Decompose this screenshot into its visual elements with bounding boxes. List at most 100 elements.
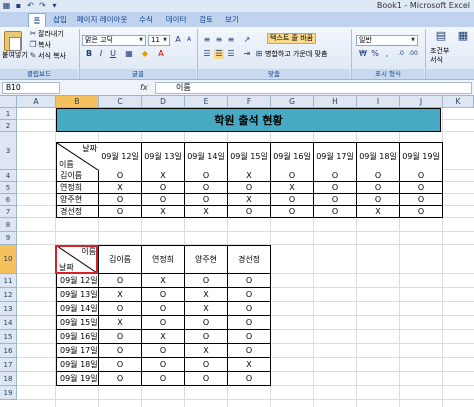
wrap-text-button[interactable]: 텍스트 줄 바꿈: [267, 33, 317, 44]
borders-icon[interactable]: ▦: [124, 49, 134, 59]
grow-font-icon[interactable]: A: [173, 35, 183, 45]
table2-attendance-cell[interactable]: X: [185, 344, 228, 358]
row-header-10[interactable]: 10: [0, 245, 17, 274]
table1-attendance-cell[interactable]: X: [142, 206, 185, 218]
italic-icon[interactable]: I: [96, 49, 106, 59]
align-bottom-icon[interactable]: ≡: [226, 35, 236, 45]
table1-attendance-cell[interactable]: X: [99, 182, 142, 194]
save-icon[interactable]: ▪: [14, 1, 23, 10]
table2-attendance-cell[interactable]: O: [142, 288, 185, 302]
currency-icon[interactable]: ₩: [358, 49, 368, 59]
percent-icon[interactable]: %: [370, 49, 380, 59]
tab-page-layout[interactable]: 페이지 레이아웃: [74, 13, 130, 27]
table2-attendance-cell[interactable]: O: [99, 358, 142, 372]
row-header-5[interactable]: 5: [0, 182, 17, 194]
align-center-icon[interactable]: ☰: [214, 49, 224, 59]
table2-attendance-cell[interactable]: O: [99, 302, 142, 316]
increase-decimal-icon[interactable]: .0: [396, 49, 406, 59]
table1-attendance-cell[interactable]: O: [357, 170, 400, 182]
indent-icon[interactable]: ⇥: [242, 49, 252, 59]
table2-attendance-cell[interactable]: O: [185, 274, 228, 288]
table2-attendance-cell[interactable]: O: [228, 274, 271, 288]
table2-attendance-cell[interactable]: O: [142, 372, 185, 386]
table2-attendance-cell[interactable]: O: [185, 316, 228, 330]
column-header-f[interactable]: F: [228, 96, 271, 108]
row-header-8[interactable]: 8: [0, 218, 17, 232]
font-name-combo[interactable]: 맑은 고딕 ▼: [82, 35, 146, 46]
table2-attendance-cell[interactable]: O: [185, 330, 228, 344]
chevron-down-icon[interactable]: ▼: [137, 36, 145, 45]
table1-attendance-cell[interactable]: O: [357, 182, 400, 194]
table1-attendance-cell[interactable]: O: [400, 194, 443, 206]
table1-attendance-cell[interactable]: O: [314, 194, 357, 206]
copy-button[interactable]: 복사: [38, 41, 51, 50]
align-middle-icon[interactable]: ≡: [214, 35, 224, 45]
table1-attendance-cell[interactable]: O: [99, 206, 142, 218]
table2-attendance-cell[interactable]: X: [142, 274, 185, 288]
table1-attendance-cell[interactable]: X: [357, 206, 400, 218]
table2-attendance-cell[interactable]: X: [142, 330, 185, 344]
select-all-corner[interactable]: [0, 96, 17, 108]
conditional-formatting-button[interactable]: 조건부: [430, 47, 449, 56]
row-header-16[interactable]: 16: [0, 344, 17, 358]
table2-attendance-cell[interactable]: O: [142, 358, 185, 372]
orientation-icon[interactable]: ↗: [242, 35, 252, 45]
row-header-12[interactable]: 12: [0, 288, 17, 302]
table1-attendance-cell[interactable]: O: [357, 194, 400, 206]
table2-attendance-cell[interactable]: O: [142, 316, 185, 330]
table1-attendance-cell[interactable]: O: [400, 182, 443, 194]
font-size-combo[interactable]: 11 ▼: [148, 35, 170, 46]
column-header-g[interactable]: G: [271, 96, 314, 108]
tab-insert[interactable]: 삽입: [50, 13, 70, 27]
comma-icon[interactable]: ,: [382, 49, 392, 59]
row-header-3[interactable]: 3: [0, 132, 17, 170]
column-header-d[interactable]: D: [142, 96, 185, 108]
row-header-9[interactable]: 9: [0, 232, 17, 245]
table1-attendance-cell[interactable]: O: [314, 170, 357, 182]
table2-attendance-cell[interactable]: O: [228, 302, 271, 316]
decrease-decimal-icon[interactable]: .00: [408, 49, 418, 59]
tab-formulas[interactable]: 수식: [136, 13, 156, 27]
column-header-b[interactable]: B: [56, 96, 99, 108]
align-left-icon[interactable]: ☰: [202, 49, 212, 59]
table1-attendance-cell[interactable]: O: [271, 170, 314, 182]
table1-attendance-cell[interactable]: O: [400, 206, 443, 218]
column-header-j[interactable]: J: [400, 96, 443, 108]
table1-attendance-cell[interactable]: O: [271, 194, 314, 206]
table1-attendance-cell[interactable]: O: [142, 194, 185, 206]
table2-attendance-cell[interactable]: X: [99, 288, 142, 302]
table2-attendance-cell[interactable]: O: [99, 274, 142, 288]
table2-attendance-cell[interactable]: O: [142, 344, 185, 358]
tab-view[interactable]: 보기: [222, 13, 242, 27]
column-header-i[interactable]: I: [357, 96, 400, 108]
formula-input[interactable]: 이름: [155, 82, 472, 94]
row-header-17[interactable]: 17: [0, 358, 17, 372]
table1-attendance-cell[interactable]: O: [228, 182, 271, 194]
undo-icon[interactable]: ↶: [26, 1, 35, 10]
paste-icon[interactable]: [4, 31, 22, 51]
chevron-down-icon[interactable]: ▼: [409, 36, 417, 45]
table1-attendance-cell[interactable]: O: [314, 182, 357, 194]
table2-attendance-cell[interactable]: O: [228, 330, 271, 344]
paste-button[interactable]: 붙여넣기: [2, 51, 28, 60]
table1-attendance-cell[interactable]: O: [228, 206, 271, 218]
tab-review[interactable]: 검토: [196, 13, 216, 27]
merge-center-button[interactable]: 병합하고 가운데 맞춤: [265, 50, 327, 59]
name-box[interactable]: B10: [2, 82, 60, 94]
table1-attendance-cell[interactable]: O: [271, 206, 314, 218]
shrink-font-icon[interactable]: A: [184, 35, 194, 45]
table1-attendance-cell[interactable]: O: [314, 206, 357, 218]
table2-attendance-cell[interactable]: O: [228, 316, 271, 330]
table1-diagonal-header[interactable]: 날짜 이름: [56, 142, 100, 171]
row-header-7[interactable]: 7: [0, 206, 17, 218]
column-header-k[interactable]: K: [443, 96, 474, 108]
table2-attendance-cell[interactable]: O: [228, 288, 271, 302]
cut-button[interactable]: 잘라내기: [38, 30, 64, 39]
align-right-icon[interactable]: ☰: [226, 49, 236, 59]
table1-attendance-cell[interactable]: O: [185, 170, 228, 182]
row-header-19[interactable]: 19: [0, 386, 17, 400]
row-header-6[interactable]: 6: [0, 194, 17, 206]
font-color-icon[interactable]: A: [156, 49, 166, 59]
table2-attendance-cell[interactable]: X: [185, 302, 228, 316]
table2-attendance-cell[interactable]: X: [228, 358, 271, 372]
